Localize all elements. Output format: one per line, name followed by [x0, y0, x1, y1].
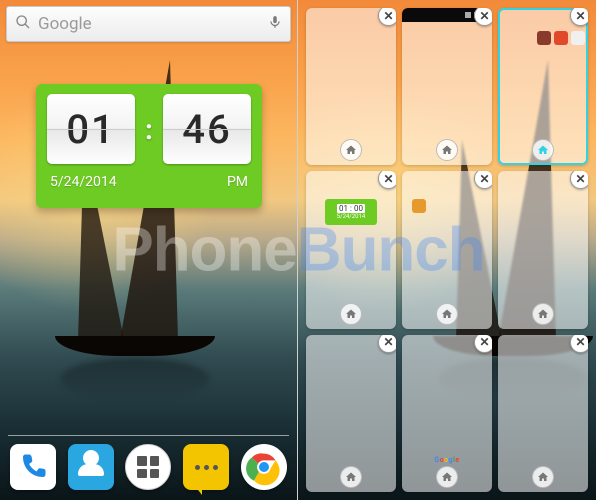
close-icon[interactable]: ✕: [378, 171, 396, 189]
home-icon[interactable]: [436, 303, 458, 325]
close-icon[interactable]: ✕: [570, 8, 588, 26]
overview-grid: ✕ ✕ ✕ ✕ 01 : 00 5/24/2014: [298, 0, 596, 500]
search-icon: [15, 14, 31, 34]
page-thumbnail[interactable]: ✕ Google: [402, 335, 492, 492]
page-thumbnail[interactable]: ✕: [306, 8, 396, 165]
mic-icon[interactable]: [268, 13, 282, 35]
dock: [0, 438, 297, 496]
home-icon[interactable]: [532, 139, 554, 161]
wallpaper-sunset-sailboat: [0, 0, 297, 500]
flip-clock-hour: 01: [47, 94, 135, 164]
page-thumbnail[interactable]: ✕: [402, 171, 492, 328]
mini-google-logo: Google: [434, 456, 459, 464]
page-thumbnail[interactable]: ✕ 01 : 00 5/24/2014: [306, 171, 396, 328]
home-screen: Google 01 : 46 5/24/2014 PM: [0, 0, 298, 500]
page-thumbnail[interactable]: ✕: [402, 8, 492, 165]
flip-clock-ampm: PM: [227, 174, 248, 190]
google-search-widget[interactable]: Google: [6, 6, 291, 42]
page-thumbnail-selected[interactable]: ✕: [498, 8, 588, 165]
close-icon[interactable]: ✕: [378, 335, 396, 353]
dock-phone-icon[interactable]: [10, 444, 56, 490]
flip-clock-widget[interactable]: 01 : 46 5/24/2014 PM: [36, 84, 262, 208]
dock-divider: [8, 435, 289, 436]
dock-contacts-icon[interactable]: [68, 444, 114, 490]
flip-clock-minute: 46: [163, 94, 251, 164]
page-thumbnail[interactable]: ✕: [306, 335, 396, 492]
close-icon[interactable]: ✕: [474, 8, 492, 26]
home-icon[interactable]: [340, 466, 362, 488]
home-icon[interactable]: [340, 139, 362, 161]
close-icon[interactable]: ✕: [474, 171, 492, 189]
page-thumbnail[interactable]: ✕: [498, 335, 588, 492]
home-icon[interactable]: [532, 303, 554, 325]
close-icon[interactable]: ✕: [378, 8, 396, 26]
close-icon[interactable]: ✕: [570, 171, 588, 189]
mini-flip-clock: 01 : 00 5/24/2014: [325, 199, 377, 225]
dock-chrome-icon[interactable]: [241, 444, 287, 490]
home-icon[interactable]: [340, 303, 362, 325]
flip-clock-colon: :: [145, 113, 153, 146]
mini-app-icons: [498, 28, 588, 48]
home-pages-overview: ✕ ✕ ✕ ✕ 01 : 00 5/24/2014: [298, 0, 596, 500]
search-brand-label: Google: [38, 14, 92, 34]
page-thumbnail[interactable]: ✕: [498, 171, 588, 328]
dock-apps-icon[interactable]: [125, 444, 171, 490]
close-icon[interactable]: ✕: [474, 335, 492, 353]
home-icon[interactable]: [436, 139, 458, 161]
home-icon[interactable]: [532, 466, 554, 488]
close-icon[interactable]: ✕: [570, 335, 588, 353]
home-icon[interactable]: [436, 466, 458, 488]
mini-app-icon: [412, 199, 426, 213]
dock-messaging-icon[interactable]: [183, 444, 229, 490]
flip-clock-date: 5/24/2014: [50, 174, 117, 190]
